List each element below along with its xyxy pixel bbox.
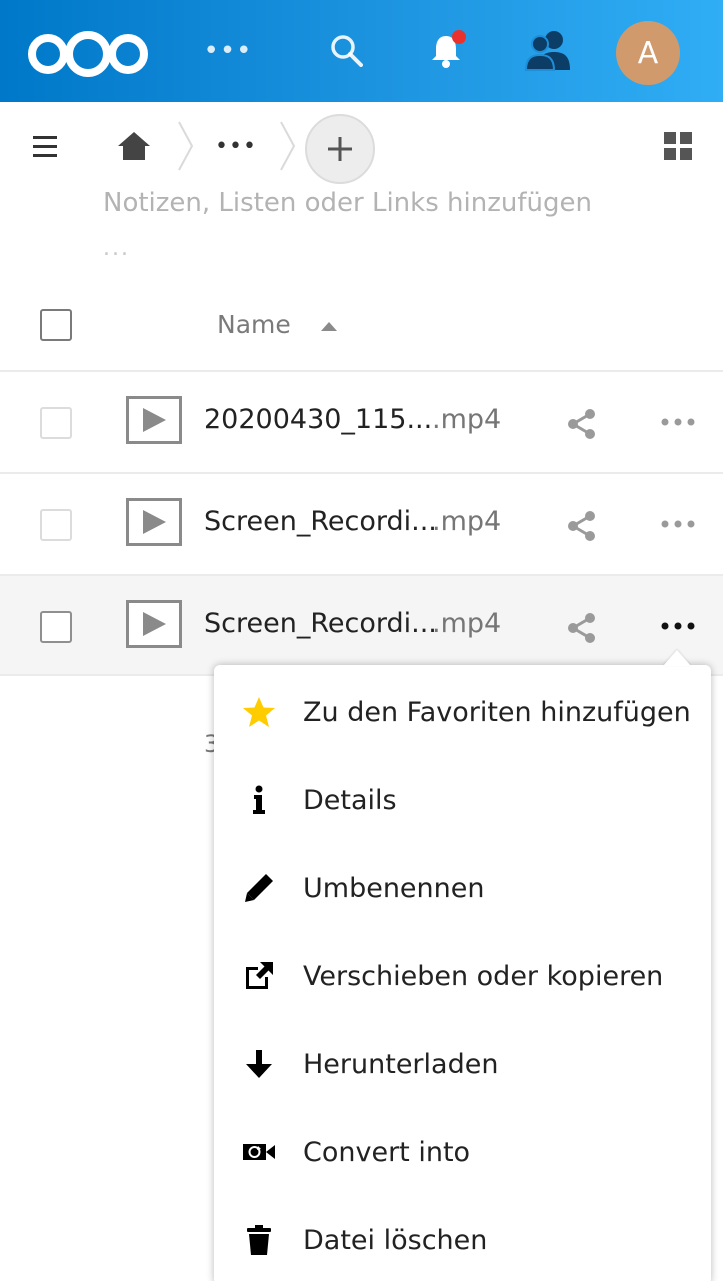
column-header-name[interactable]: Name xyxy=(217,310,291,339)
video-convert-icon xyxy=(242,1135,276,1169)
popover-arrow xyxy=(663,650,691,666)
menu-item-add-favorite[interactable]: Zu den Favoriten hinzufügen xyxy=(214,668,711,756)
home-icon[interactable] xyxy=(116,130,152,162)
row-more-actions-icon[interactable] xyxy=(658,614,698,638)
table-row[interactable]: Screen_Recordi... .mp4 xyxy=(0,472,723,574)
breadcrumb-more-button[interactable]: ••• xyxy=(214,132,258,160)
table-row[interactable]: 20200430_115... .mp4 xyxy=(0,370,723,472)
file-extension: .mp4 xyxy=(432,506,502,537)
download-arrow-icon xyxy=(242,1047,276,1081)
file-name[interactable]: Screen_Recordi... xyxy=(204,506,437,537)
row-more-actions-icon[interactable] xyxy=(658,410,698,434)
trash-icon xyxy=(242,1223,276,1257)
contacts-icon[interactable] xyxy=(524,28,572,74)
sort-ascending-icon[interactable] xyxy=(321,322,337,331)
menu-item-label: Datei löschen xyxy=(303,1224,488,1256)
file-extension: .mp4 xyxy=(432,404,502,435)
add-new-button[interactable] xyxy=(305,114,375,184)
grid-view-icon[interactable] xyxy=(662,130,694,162)
row-checkbox[interactable] xyxy=(40,509,72,541)
row-checkbox[interactable] xyxy=(40,407,72,439)
nextcloud-logo[interactable] xyxy=(26,28,150,80)
share-icon[interactable] xyxy=(566,408,598,440)
menu-item-label: Umbenennen xyxy=(303,872,485,904)
menu-item-label: Verschieben oder kopieren xyxy=(303,960,664,992)
info-icon xyxy=(242,783,276,817)
menu-item-label: Details xyxy=(303,784,397,816)
file-name[interactable]: 20200430_115... xyxy=(204,404,432,435)
menu-item-label: Zu den Favoriten hinzufügen xyxy=(303,696,691,728)
menu-item-rename[interactable]: Umbenennen xyxy=(214,844,711,932)
file-extension: .mp4 xyxy=(432,608,502,639)
hamburger-menu-icon[interactable] xyxy=(30,132,60,162)
more-apps-button[interactable]: ••• xyxy=(204,36,252,66)
notes-placeholder[interactable]: Notizen, Listen oder Links hinzufügen xyxy=(103,183,663,223)
menu-item-delete-file[interactable]: Datei löschen xyxy=(214,1196,711,1281)
pencil-icon xyxy=(242,871,276,905)
video-file-icon xyxy=(126,600,182,648)
row-checkbox[interactable] xyxy=(40,611,72,643)
share-icon[interactable] xyxy=(566,612,598,644)
star-icon xyxy=(242,695,276,729)
plus-icon xyxy=(328,137,352,161)
menu-item-download[interactable]: Herunterladen xyxy=(214,1020,711,1108)
select-all-checkbox[interactable] xyxy=(40,309,72,341)
row-more-actions-icon[interactable] xyxy=(658,512,698,536)
video-file-icon xyxy=(126,396,182,444)
app-header: ••• A xyxy=(0,0,723,102)
external-link-icon xyxy=(242,959,276,993)
video-file-icon xyxy=(126,498,182,546)
user-avatar[interactable]: A xyxy=(616,21,680,85)
menu-item-label: Convert into xyxy=(303,1136,471,1168)
menu-item-details[interactable]: Details xyxy=(214,756,711,844)
breadcrumb-separator xyxy=(176,120,196,172)
notification-dot xyxy=(452,30,466,44)
file-name[interactable]: Screen_Recordi... xyxy=(204,608,437,639)
notifications-bell-icon[interactable] xyxy=(426,28,470,72)
menu-item-label: Herunterladen xyxy=(303,1048,499,1080)
menu-item-move-or-copy[interactable]: Verschieben oder kopieren xyxy=(214,932,711,1020)
search-icon[interactable] xyxy=(326,30,368,72)
breadcrumb-separator xyxy=(278,120,298,172)
menu-item-convert-into[interactable]: Convert into xyxy=(214,1108,711,1196)
share-icon[interactable] xyxy=(566,510,598,542)
table-row-selected[interactable]: Screen_Recordi... .mp4 xyxy=(0,574,723,676)
notes-ellipsis: ... xyxy=(103,236,130,261)
